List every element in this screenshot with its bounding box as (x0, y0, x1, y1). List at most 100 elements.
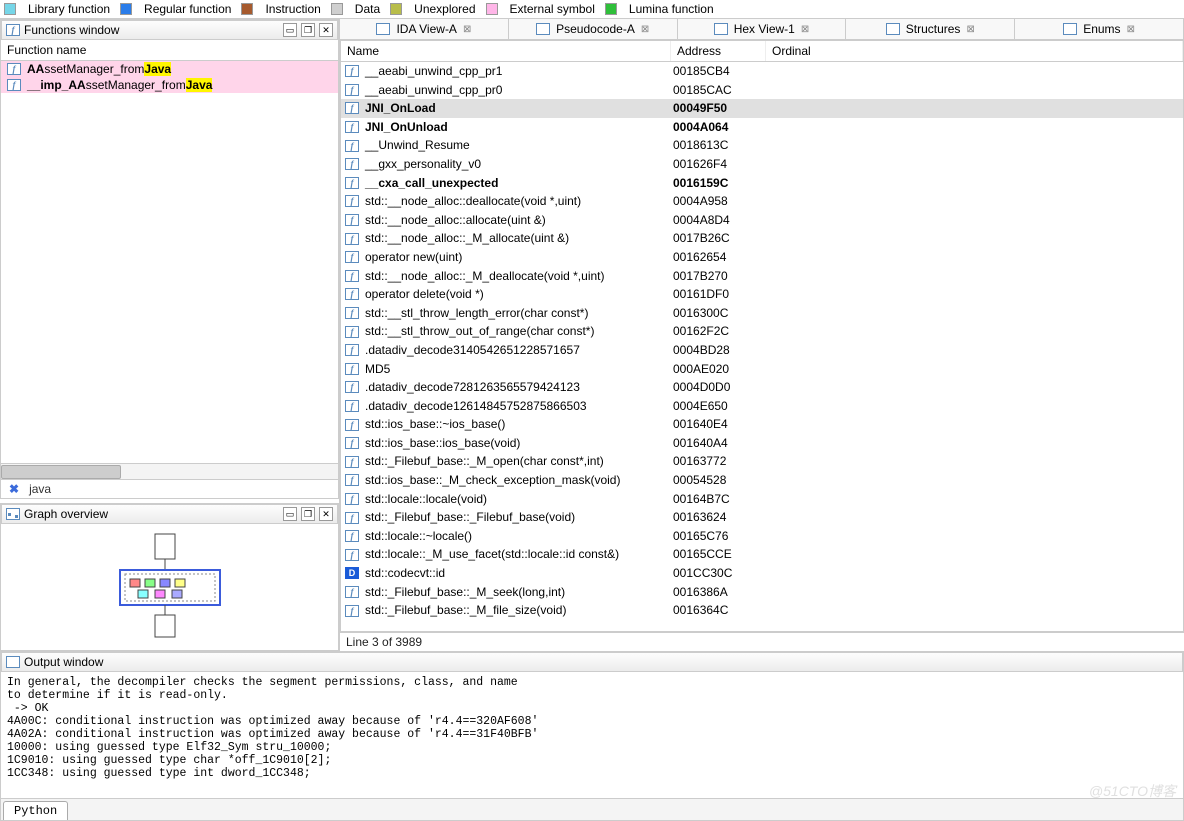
name-row[interactable]: fstd::_Filebuf_base::_Filebuf_base(void)… (341, 508, 1183, 527)
tab-close-icon[interactable]: ⊠ (641, 24, 649, 35)
tab-close-icon[interactable]: ⊠ (463, 24, 471, 35)
function-icon: f (345, 326, 359, 338)
name-row[interactable]: f.datadiv_decode72812635655794241230004D… (341, 378, 1183, 397)
functions-window-title: Functions window (24, 23, 279, 37)
filter-clear-icon[interactable]: ✖ (5, 482, 23, 496)
functions-list[interactable]: f AAssetManager_fromJavaf__imp_AAssetMana… (1, 61, 338, 463)
col-ordinal[interactable]: Ordinal (766, 41, 1183, 61)
function-icon: f (345, 586, 359, 598)
minimize-icon[interactable]: ▭ (283, 507, 297, 521)
name-row[interactable]: Dstd::codecvt::id001CC30C (341, 564, 1183, 583)
name-row[interactable]: fstd::__node_alloc::allocate(uint &)0004… (341, 211, 1183, 230)
output-text[interactable]: In general, the decompiler checks the se… (1, 672, 1183, 798)
function-row[interactable]: f__imp_AAssetManager_fromJava (1, 77, 338, 93)
restore-icon[interactable]: ❐ (301, 23, 315, 37)
filter-text[interactable]: java (29, 482, 334, 496)
function-icon: f (345, 251, 359, 263)
name-address: 00162F2C (671, 322, 766, 341)
name-row[interactable]: f std::locale::_M_use_facet(std::locale::… (341, 545, 1183, 564)
function-icon: f (345, 307, 359, 319)
restore-icon[interactable]: ❐ (301, 507, 315, 521)
names-header[interactable]: Name Address Ordinal (341, 41, 1183, 62)
name-address: 0004BD28 (671, 341, 766, 360)
function-icon: f (345, 549, 359, 561)
name-address: 0016386A (671, 583, 766, 602)
name-row[interactable]: f__gxx_personality_v0001626F4 (341, 155, 1183, 174)
name-label: std::__node_alloc::_M_deallocate(void *,… (365, 267, 604, 286)
name-address: 0018613C (671, 136, 766, 155)
name-row[interactable]: f__Unwind_Resume0018613C (341, 136, 1183, 155)
legend-bar: Library functionRegular functionInstruct… (0, 0, 1184, 19)
col-address[interactable]: Address (671, 41, 766, 61)
minimize-icon[interactable]: ▭ (283, 23, 297, 37)
name-row[interactable]: fstd::ios_base::_M_check_exception_mask(… (341, 471, 1183, 490)
tab-close-icon[interactable]: ⊠ (966, 24, 974, 35)
function-icon: f (345, 65, 359, 77)
tab[interactable]: Structures ⊠ (846, 19, 1015, 39)
legend-item: Lumina function (605, 2, 714, 16)
name-label: std::ios_base::_M_check_exception_mask(v… (365, 471, 620, 490)
function-icon: f (7, 79, 21, 91)
name-row[interactable]: fstd::locale::~locale()00165C76 (341, 527, 1183, 546)
function-icon: f (345, 419, 359, 431)
name-label: __gxx_personality_v0 (365, 155, 481, 174)
name-row[interactable]: fstd::_Filebuf_base::_M_open(char const*… (341, 452, 1183, 471)
function-icon: f (345, 233, 359, 245)
tab[interactable]: Pseudocode-A⊠ (509, 19, 678, 39)
name-label: std::locale::~locale() (365, 527, 472, 546)
name-label: std::__node_alloc::_M_allocate(uint &) (365, 229, 569, 248)
close-icon[interactable]: ✕ (319, 23, 333, 37)
function-icon: f (7, 63, 21, 75)
output-window-header[interactable]: Output window (1, 652, 1183, 672)
name-row[interactable]: f__aeabi_unwind_cpp_pr100185CB4 (341, 62, 1183, 81)
tab[interactable]: Enums⊠ (1015, 19, 1184, 39)
name-row[interactable]: fstd::__node_alloc::_M_allocate(uint &)0… (341, 229, 1183, 248)
function-icon: f (345, 456, 359, 468)
data-icon: D (345, 567, 359, 579)
name-row[interactable]: fstd::ios_base::ios_base(void)001640A4 (341, 434, 1183, 453)
name-row[interactable]: fMD5000AE020 (341, 360, 1183, 379)
main-tabbar: IDA View-A⊠Pseudocode-A⊠Hex View-1⊠Struc… (340, 19, 1184, 40)
name-label: __aeabi_unwind_cpp_pr1 (365, 62, 502, 81)
name-row[interactable]: f__aeabi_unwind_cpp_pr000185CAC (341, 81, 1183, 100)
col-name[interactable]: Name (341, 41, 671, 61)
functions-column-header[interactable]: Function name (1, 40, 338, 61)
tab-label: Hex View-1 (734, 22, 795, 36)
name-label: std::locale::_M_use_facet(std::locale::i… (365, 545, 619, 564)
name-address: 00049F50 (671, 99, 766, 118)
name-row[interactable]: f__cxa_call_unexpected0016159C (341, 174, 1183, 193)
name-row[interactable]: fstd::__node_alloc::deallocate(void *,ui… (341, 192, 1183, 211)
function-name: AAssetManager_fromJava (27, 62, 171, 76)
name-row[interactable]: fJNI_OnUnload0004A064 (341, 118, 1183, 137)
name-address: 00163772 (671, 452, 766, 471)
name-row[interactable]: f.datadiv_decode31405426512285716570004B… (341, 341, 1183, 360)
name-row[interactable]: fJNI_OnLoad00049F50 (341, 99, 1183, 118)
function-icon: f (345, 530, 359, 542)
functions-scrollbar[interactable] (1, 463, 338, 479)
legend-item: External symbol (486, 2, 595, 16)
tab[interactable]: IDA View-A⊠ (340, 19, 509, 39)
tab-label: Structures (906, 22, 961, 36)
graph-overview-canvas[interactable] (1, 524, 338, 650)
name-row[interactable]: fstd::__node_alloc::_M_deallocate(void *… (341, 267, 1183, 286)
close-icon[interactable]: ✕ (319, 507, 333, 521)
name-row[interactable]: foperator new(uint)00162654 (341, 248, 1183, 267)
tab[interactable]: Hex View-1 ⊠ (678, 19, 847, 39)
names-table[interactable]: Name Address Ordinal f__aeabi_unwind_cpp… (340, 40, 1184, 632)
graph-overview-header[interactable]: Graph overview ▭ ❐ ✕ (1, 504, 338, 524)
name-row[interactable]: fstd::locale::locale(void)00164B7C (341, 490, 1183, 509)
name-row[interactable]: fstd::__stl_throw_length_error(char cons… (341, 304, 1183, 323)
name-row[interactable]: foperator delete(void *)00161DF0 (341, 285, 1183, 304)
functions-window-header[interactable]: f Functions window ▭ ❐ ✕ (1, 20, 338, 40)
tab-close-icon[interactable]: ⊠ (1127, 24, 1135, 35)
name-row[interactable]: fstd::_Filebuf_base::_M_file_size(void)0… (341, 601, 1183, 620)
output-window-title: Output window (24, 655, 1178, 669)
tab-close-icon[interactable]: ⊠ (801, 24, 809, 35)
name-row[interactable]: f.datadiv_decode126148457528758665030004… (341, 397, 1183, 416)
name-row[interactable]: fstd::__stl_throw_out_of_range(char cons… (341, 322, 1183, 341)
name-address: 001640E4 (671, 415, 766, 434)
name-row[interactable]: fstd::ios_base::~ios_base()001640E4 (341, 415, 1183, 434)
python-tab[interactable]: Python (3, 801, 68, 820)
function-row[interactable]: f AAssetManager_fromJava (1, 61, 338, 77)
name-row[interactable]: fstd::_Filebuf_base::_M_seek(long,int)00… (341, 583, 1183, 602)
